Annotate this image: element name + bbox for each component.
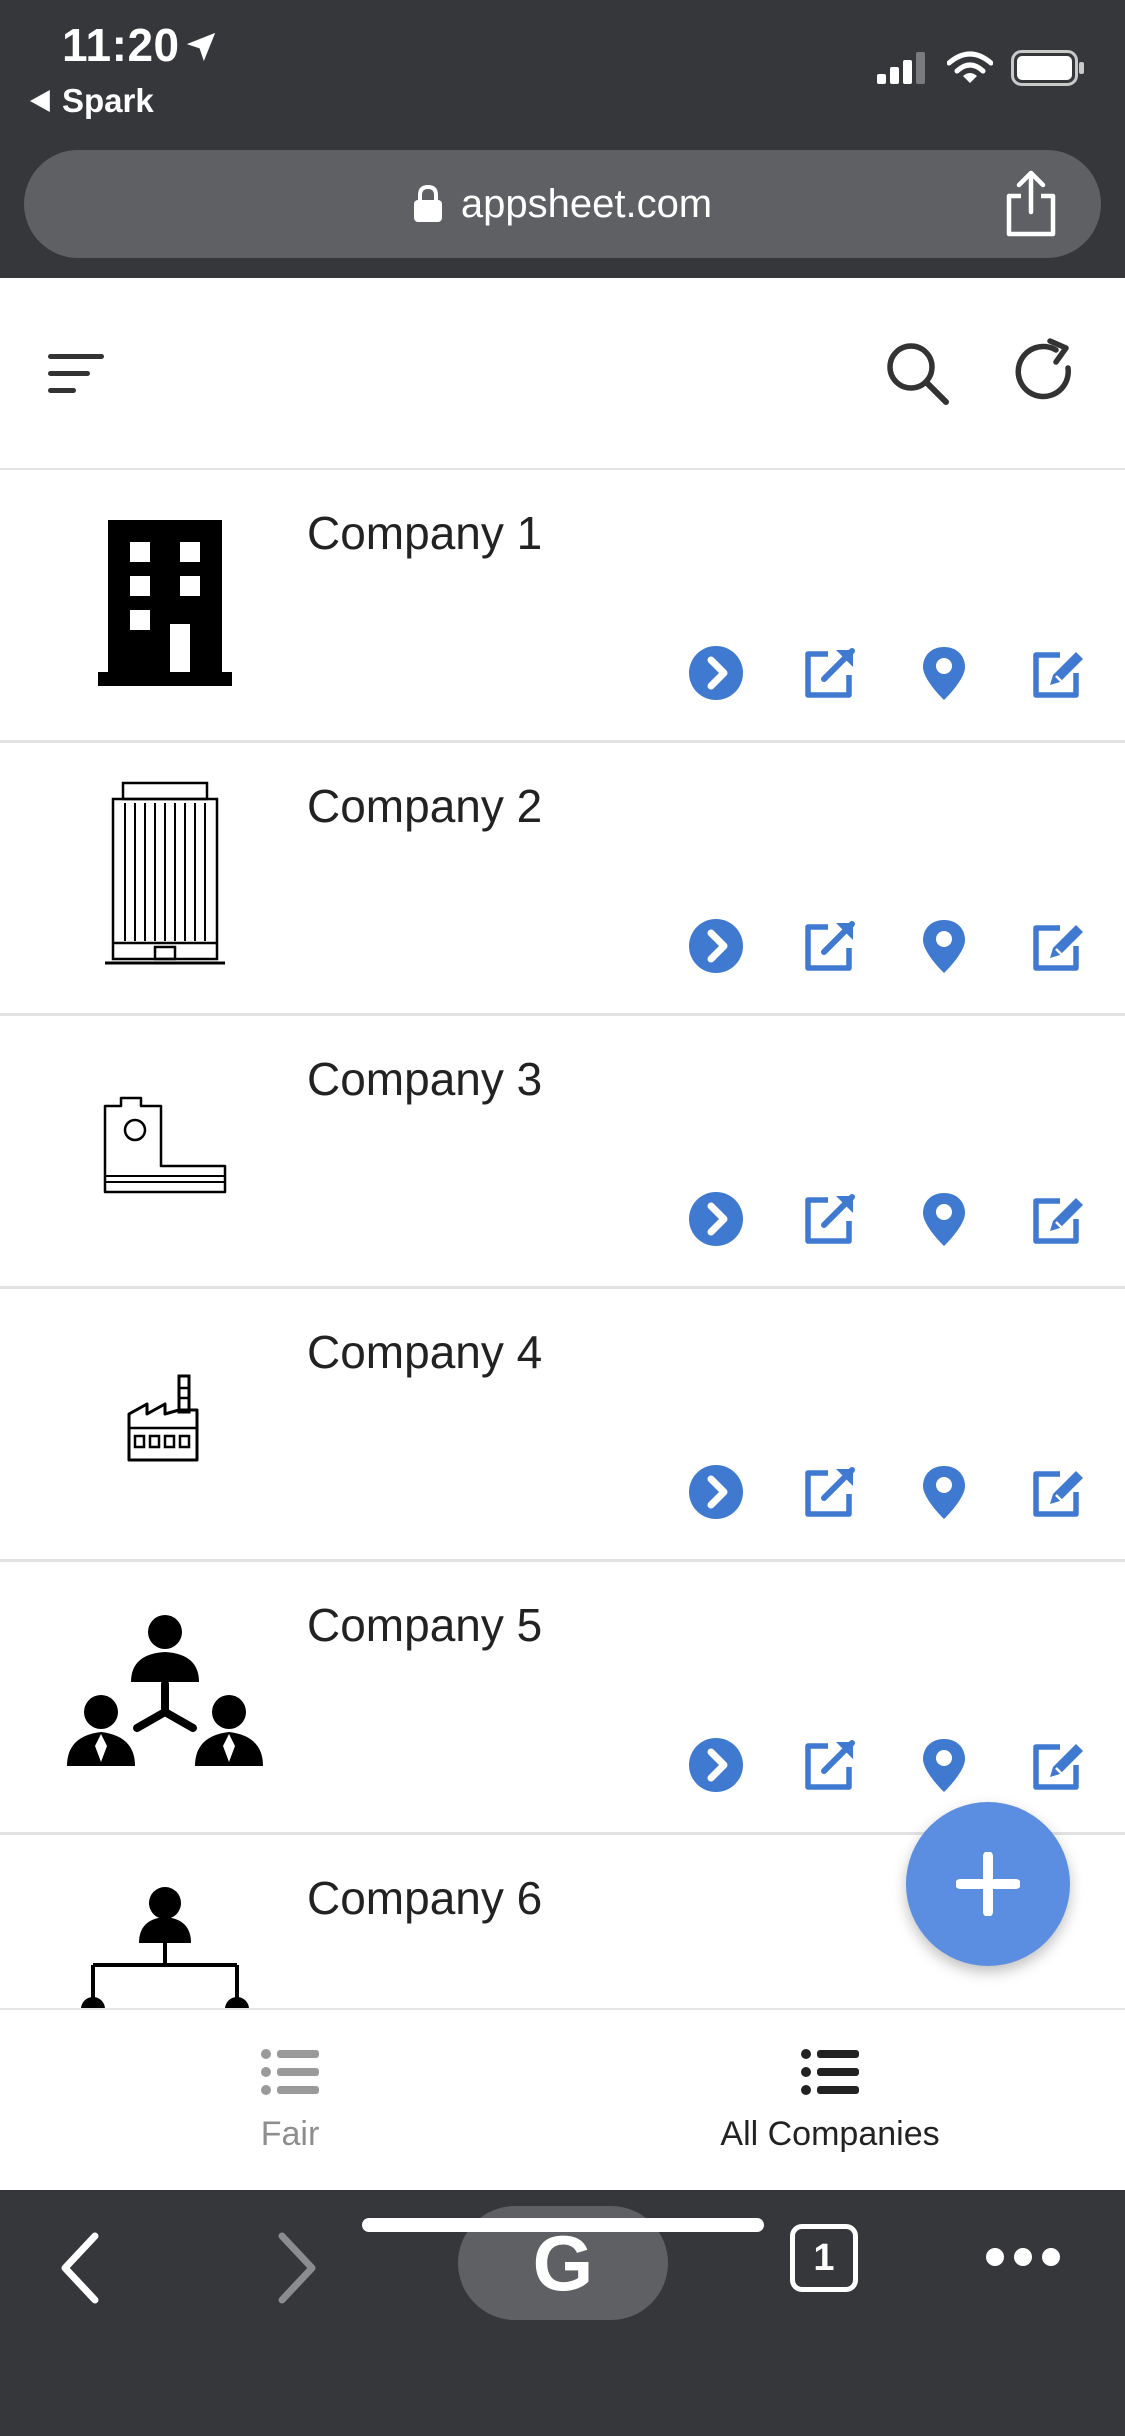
company-name: Company 3 (307, 1053, 543, 1105)
company-thumbnail (55, 1865, 275, 2008)
company-name: Company 2 (307, 780, 543, 832)
list-icon (261, 2048, 319, 2095)
low-building-icon (103, 1096, 227, 1194)
tab-all-companies[interactable]: All Companies (548, 2010, 1112, 2192)
share-icon[interactable] (1001, 170, 1061, 238)
external-link-icon[interactable] (802, 1737, 858, 1793)
add-button[interactable] (906, 1802, 1070, 1966)
map-pin-icon[interactable] (916, 1191, 972, 1247)
edit-icon[interactable] (1030, 1191, 1086, 1247)
org-chart-icon (81, 1887, 249, 2008)
company-thumbnail (55, 500, 275, 700)
chevron-right-circle-icon[interactable] (688, 1464, 744, 1520)
external-link-icon[interactable] (802, 645, 858, 701)
row-actions (688, 1464, 1086, 1520)
company-name: Company 6 (307, 1872, 543, 1924)
battery-icon (1011, 50, 1084, 86)
company-name: Company 4 (307, 1326, 543, 1378)
search-icon[interactable] (884, 340, 950, 406)
company-name: Company 1 (307, 507, 543, 559)
tabs-button[interactable]: 1 (790, 2224, 858, 2292)
row-actions (688, 918, 1086, 974)
chevron-right-circle-icon[interactable] (688, 1737, 744, 1793)
edit-icon[interactable] (1030, 1737, 1086, 1793)
company-thumbnail (55, 1319, 275, 1519)
home-indicator (362, 2218, 764, 2232)
factory-icon (127, 1374, 199, 1462)
company-name: Company 5 (307, 1599, 543, 1651)
map-pin-icon[interactable] (916, 1737, 972, 1793)
tab-count: 1 (813, 2236, 835, 2279)
row-actions (688, 645, 1086, 701)
row-actions (688, 1737, 1086, 1793)
wifi-icon (947, 51, 993, 83)
external-link-icon[interactable] (802, 918, 858, 974)
tab-label: All Companies (720, 2114, 940, 2153)
company-thumbnail (55, 1046, 275, 1246)
url-bar[interactable]: appsheet.com (24, 150, 1101, 258)
list-icon (801, 2048, 859, 2095)
browser-top-bar: 11:20 Spark appsheet.com (0, 0, 1125, 278)
skyscraper-icon (105, 781, 225, 965)
chevron-right-circle-icon[interactable] (688, 1191, 744, 1247)
signal-icon (877, 52, 925, 84)
app-header (0, 278, 1125, 470)
forward-chevron-icon[interactable] (272, 2228, 322, 2308)
list-item[interactable]: Company 2 (0, 743, 1125, 1016)
status-time: 11:20 (62, 19, 180, 71)
plus-icon (956, 1852, 1020, 1916)
more-options-icon[interactable] (986, 2248, 1060, 2266)
url-text: appsheet.com (460, 181, 713, 226)
people-network-icon (67, 1615, 263, 1766)
edit-icon[interactable] (1030, 1464, 1086, 1520)
tab-label: Fair (260, 2114, 320, 2153)
map-pin-icon[interactable] (916, 1464, 972, 1520)
chevron-right-circle-icon[interactable] (688, 645, 744, 701)
company-thumbnail (55, 1592, 275, 1792)
external-link-icon[interactable] (802, 1191, 858, 1247)
company-thumbnail (55, 773, 275, 973)
refresh-icon[interactable] (1010, 338, 1078, 406)
back-to-app-link[interactable]: Spark (30, 82, 154, 120)
map-pin-icon[interactable] (916, 645, 972, 701)
sort-menu-icon[interactable] (46, 348, 106, 400)
external-link-icon[interactable] (802, 1464, 858, 1520)
row-actions (688, 1191, 1086, 1247)
chevron-right-circle-icon[interactable] (688, 918, 744, 974)
map-pin-icon[interactable] (916, 918, 972, 974)
tab-fair[interactable]: Fair (10, 2010, 570, 2192)
list-item[interactable]: Company 4 (0, 1289, 1125, 1562)
edit-icon[interactable] (1030, 645, 1086, 701)
list-item[interactable]: Company 3 (0, 1016, 1125, 1289)
back-triangle-icon (30, 90, 50, 112)
status-icons (877, 50, 1085, 86)
edit-icon[interactable] (1030, 918, 1086, 974)
location-arrow-icon (186, 32, 216, 62)
back-chevron-icon[interactable] (55, 2228, 105, 2308)
list-item[interactable]: Company 5 (0, 1562, 1125, 1835)
back-app-label: Spark (62, 82, 154, 119)
office-building-icon (98, 520, 232, 686)
company-list: Company 1 Company 2 Company 3 Company 4 … (0, 470, 1125, 2008)
lock-icon (413, 185, 442, 222)
list-item[interactable]: Company 1 (0, 470, 1125, 743)
bottom-tab-bar: Fair All Companies (0, 2008, 1125, 2190)
